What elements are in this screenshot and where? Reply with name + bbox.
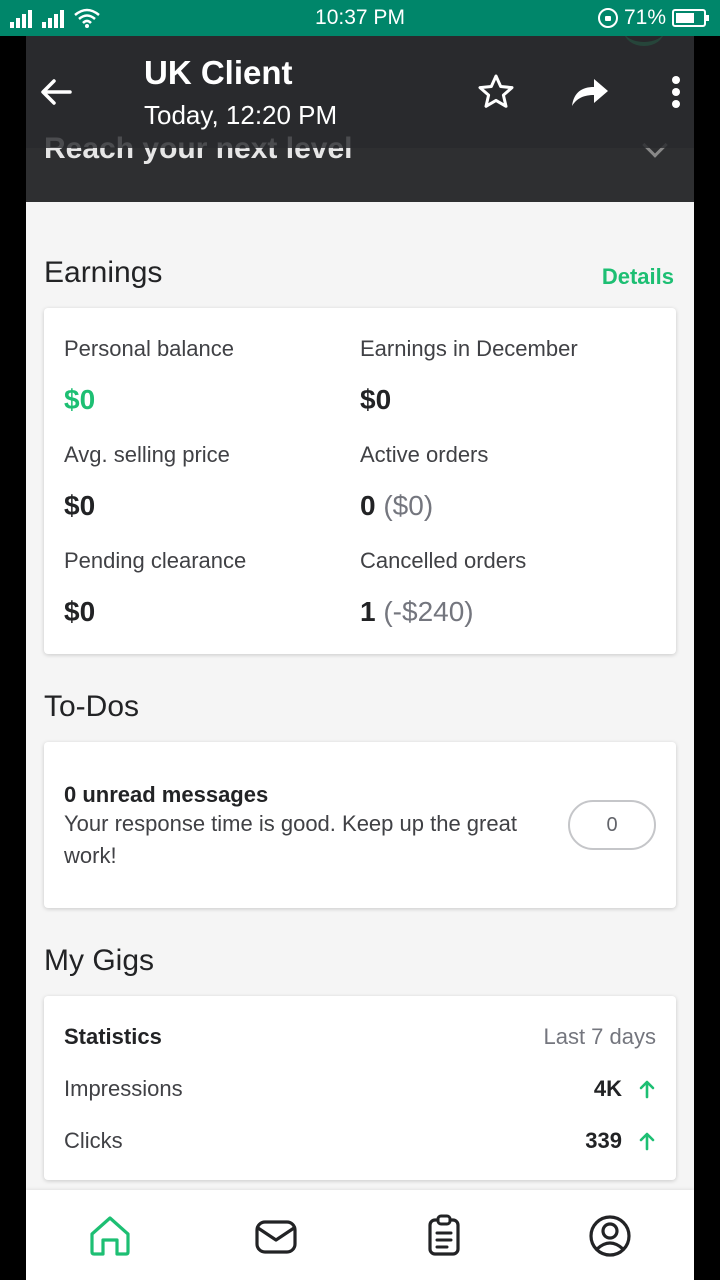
- cancelled-amount: (-$240): [383, 596, 474, 627]
- personal-balance: Personal balance $0: [64, 336, 234, 416]
- impressions-label: Impressions: [64, 1076, 183, 1101]
- trend-up-icon: [639, 1080, 655, 1099]
- unread-heading: 0 unread messages: [64, 782, 269, 807]
- cancelled-count: 1: [360, 596, 376, 627]
- avg-selling-price: Avg. selling price $0: [64, 442, 230, 522]
- active-orders-label: Active orders: [360, 442, 489, 467]
- earnings-title: Earnings: [44, 256, 163, 289]
- share-icon[interactable]: [568, 72, 612, 112]
- notification-header: UK Client Today, 12:20 PM: [26, 36, 694, 148]
- active-orders-count: 0: [360, 490, 376, 521]
- header-subtitle: Today, 12:20 PM: [144, 100, 338, 130]
- star-icon[interactable]: [476, 72, 516, 112]
- active-orders-amount: ($0): [383, 490, 434, 521]
- earnings-month-label: Earnings in December: [360, 336, 578, 361]
- more-vertical-icon[interactable]: [664, 72, 688, 112]
- personal-balance-label: Personal balance: [64, 336, 235, 361]
- unread-messages-card[interactable]: 0 unread messages Your response time is …: [44, 742, 676, 908]
- app-screen: Reach your next level UK Client Today, 1…: [26, 36, 694, 1280]
- profile-icon[interactable]: [586, 1212, 634, 1260]
- cancelled-value: 1 (-$240): [360, 596, 526, 628]
- earnings-card: Personal balance $0 Earnings in December…: [44, 308, 676, 654]
- earnings-month-value: $0: [360, 384, 392, 415]
- battery-icon: [672, 9, 709, 27]
- messages-icon[interactable]: [252, 1212, 300, 1260]
- unread-count-badge[interactable]: 0: [568, 800, 656, 850]
- home-icon[interactable]: [86, 1212, 134, 1260]
- clicks-value: 339: [585, 1128, 622, 1153]
- impressions-row: Impressions 4K: [64, 1076, 656, 1102]
- orders-icon[interactable]: [420, 1212, 468, 1260]
- period-label[interactable]: Last 7 days: [543, 1024, 656, 1050]
- clicks-row: Clicks 339: [64, 1128, 656, 1154]
- impressions-value: 4K: [593, 1076, 622, 1101]
- pending-value: $0: [64, 596, 96, 627]
- trend-up-icon: [639, 1132, 655, 1151]
- bottom-navigation: [26, 1190, 694, 1280]
- pending-clearance: Pending clearance $0: [64, 548, 246, 628]
- statistics-row: Statistics Last 7 days: [64, 1024, 656, 1050]
- personal-balance-value: $0: [64, 384, 96, 415]
- rotation-lock-icon: [597, 8, 618, 28]
- todos-title: To-Dos: [44, 690, 140, 723]
- gigs-title: My Gigs: [44, 944, 155, 977]
- earnings-details-link[interactable]: Details: [602, 264, 674, 290]
- unread-body: Your response time is good. Keep up the …: [64, 811, 517, 868]
- gig-statistics-card: Statistics Last 7 days Impressions 4K Cl…: [44, 996, 676, 1180]
- avg-price-label: Avg. selling price: [64, 442, 230, 467]
- cancelled-orders: Cancelled orders 1 (-$240): [360, 548, 526, 628]
- cancelled-label: Cancelled orders: [360, 548, 527, 573]
- header-title: UK Client: [144, 54, 293, 91]
- statistics-label: Statistics: [64, 1024, 162, 1049]
- clicks-label: Clicks: [64, 1128, 123, 1153]
- back-arrow-icon[interactable]: [36, 72, 76, 112]
- active-orders-value: 0 ($0): [360, 490, 488, 522]
- battery-percent: 71%: [623, 6, 666, 29]
- active-orders: Active orders 0 ($0): [360, 442, 488, 522]
- status-bar: 10:37 PM 71%: [0, 0, 720, 36]
- avg-price-value: $0: [64, 490, 96, 521]
- pending-label: Pending clearance: [64, 548, 247, 573]
- earnings-in-month: Earnings in December $0: [360, 336, 578, 416]
